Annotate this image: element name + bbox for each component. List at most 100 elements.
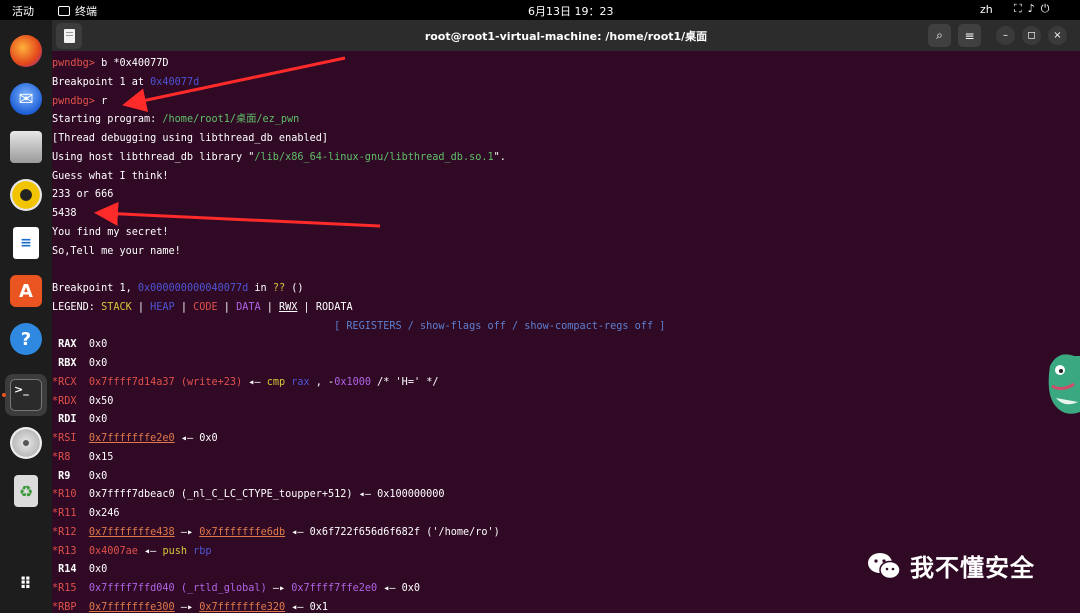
terminal-output[interactable]: pwndbg> b *0x40077D Breakpoint 1 at 0x400… xyxy=(52,54,1080,613)
minimize-button[interactable]: – xyxy=(996,26,1015,45)
terminal-text: —▸ xyxy=(174,526,200,538)
dock-app-center[interactable]: A xyxy=(5,270,47,312)
terminal-text: 0x1000 xyxy=(334,376,372,388)
dock-files[interactable] xyxy=(5,126,47,168)
maximize-button[interactable]: ◻ xyxy=(1022,26,1041,45)
terminal-line: *R13 0x4007ae ◂— push rbp xyxy=(52,545,212,559)
terminal-text: 0x50 xyxy=(76,395,114,407)
watermark: 我不懂安全 xyxy=(866,548,1035,583)
terminal-text: [Thread debugging using libthread_db ena… xyxy=(52,133,329,144)
terminal-line: *RDX 0x50 xyxy=(52,395,113,409)
hamburger-icon: ≡ xyxy=(964,28,975,43)
terminal-text: pwndbg> xyxy=(52,58,102,69)
terminal-line: *R10 0x7ffff7dbeac0 (_nl_C_LC_CTYPE_toup… xyxy=(52,488,445,502)
terminal-text: 0x7ffff7ffd040 (_rtld_global) xyxy=(88,583,267,594)
window-header: root@root1-virtual-machine: /home/root1/… xyxy=(52,20,1080,51)
dock-firefox[interactable] xyxy=(5,30,47,72)
terminal-line: Starting program: /home/root1/桌面/ez_pwn xyxy=(52,113,299,127)
search-button[interactable]: ⌕ xyxy=(928,24,951,47)
terminal-text: b *0x40077D xyxy=(101,58,169,69)
terminal-text: 0x7ffff7dbeac0 (_nl_C_LC_CTYPE_toupper+5… xyxy=(76,489,445,501)
terminal-text: RAX xyxy=(52,339,77,351)
terminal-text: 0x0 xyxy=(76,564,108,576)
terminal-text: Starting program: xyxy=(52,114,163,126)
terminal-line: Using host libthread_db library "/lib/x8… xyxy=(52,151,506,165)
terminal-text: 233 or 666 xyxy=(52,189,114,201)
terminal-text: ◂— 0x1 xyxy=(285,601,329,613)
top-bar: 活动 终端 6月13日 19：23 zh ⛶ ♪ ⏻ xyxy=(0,0,1080,20)
close-icon: × xyxy=(1053,30,1062,41)
dock-thunderbird[interactable]: ✉ xyxy=(5,78,47,120)
dock-writer[interactable]: ≡ xyxy=(5,222,47,264)
menu-button[interactable]: ≡ xyxy=(958,24,981,47)
terminal-text: r xyxy=(101,95,108,107)
app-grid-icon: ⠿ xyxy=(19,573,33,593)
clock[interactable]: 6月13日 19：23 xyxy=(528,3,614,19)
files-icon xyxy=(10,131,42,163)
terminal-text: 0x7fffffffe6db xyxy=(199,526,286,538)
terminal-line: *R12 0x7fffffffe438 —▸ 0x7fffffffe6db ◂—… xyxy=(52,526,500,540)
terminal-text: *RBP xyxy=(52,601,77,613)
terminal-text: 0x000000000040077d xyxy=(137,283,249,294)
terminal-text: So,Tell me your name! xyxy=(52,245,181,257)
thunderbird-icon: ✉ xyxy=(10,83,42,115)
terminal-text: *RSI xyxy=(52,433,77,444)
terminal-text: | xyxy=(260,301,280,313)
terminal-text: rbp xyxy=(193,545,212,557)
terminal-text: *R13 xyxy=(52,545,77,557)
terminal-text: Breakpoint 1 at xyxy=(52,76,151,88)
terminal-text: /lib/x86_64-linux-gnu/libthread_db.so.1 xyxy=(254,151,494,163)
app-menu[interactable]: 终端 xyxy=(58,3,97,19)
terminal-text: 0x7ffff7d14a37 (write+23) xyxy=(76,376,243,388)
terminal-text: RBX xyxy=(52,358,77,369)
trash-icon: ♻ xyxy=(14,475,38,507)
terminal-text: 0x7fffffffe300 xyxy=(88,601,175,613)
terminal-text: 5438 xyxy=(52,208,77,219)
terminal-text: ◂— xyxy=(242,376,267,388)
terminal-text: RWX xyxy=(279,301,298,313)
terminal-text: cmp xyxy=(266,376,286,388)
terminal-text: [ REGISTERS / show-flags off / show-comp… xyxy=(52,320,666,332)
terminal-text: LEGEND: xyxy=(52,301,102,313)
terminal-text: HEAP xyxy=(150,301,175,313)
terminal-text: *RCX xyxy=(52,376,77,388)
rhythmbox-icon xyxy=(10,179,42,211)
dock-disc[interactable] xyxy=(5,422,47,464)
writer-icon: ≡ xyxy=(13,227,39,259)
dock-help[interactable]: ? xyxy=(5,318,47,360)
terminal-text: R9 xyxy=(52,470,71,482)
dock-trash[interactable]: ♻ xyxy=(5,470,47,512)
input-language[interactable]: zh xyxy=(980,3,993,16)
volume-icon: ♪ xyxy=(1027,2,1035,15)
terminal-line: Breakpoint 1 at 0x40077d xyxy=(52,76,199,90)
activities-button[interactable]: 活动 xyxy=(12,3,34,19)
dock-terminal[interactable]: >_ xyxy=(5,374,47,416)
terminal-text: ". xyxy=(493,151,506,163)
terminal-text: CODE xyxy=(193,301,218,313)
window-title: root@root1-virtual-machine: /home/root1/… xyxy=(424,30,708,43)
close-button[interactable]: × xyxy=(1048,26,1067,45)
terminal-line: *RCX 0x7ffff7d14a37 (write+23) ◂— cmp ra… xyxy=(52,376,438,390)
terminal-line: *RBP 0x7fffffffe300 —▸ 0x7fffffffe320 ◂—… xyxy=(52,601,328,613)
terminal-text: 0x7fffffffe438 xyxy=(88,526,175,538)
terminal-line: So,Tell me your name! xyxy=(52,245,181,259)
help-icon: ? xyxy=(10,323,42,355)
terminal-text: () xyxy=(285,283,304,294)
dock-rhythmbox[interactable] xyxy=(5,174,47,216)
terminal-text: Guess what I think! xyxy=(52,170,169,182)
dock-show-apps[interactable]: ⠿ xyxy=(5,562,47,604)
terminal-line: RDI 0x0 xyxy=(52,413,107,427)
terminal-line: Guess what I think! xyxy=(52,170,169,184)
terminal-line: pwndbg> b *0x40077D xyxy=(52,57,169,71)
terminal-text: | xyxy=(131,301,151,313)
maximize-icon: ◻ xyxy=(1027,30,1036,41)
terminal-text: 0x0 xyxy=(76,358,108,369)
terminal-line: RAX 0x0 xyxy=(52,338,107,352)
system-tray[interactable]: ⛶ ♪ ⏻ xyxy=(1014,2,1049,16)
terminal-text: ◂— xyxy=(137,545,163,557)
terminal-line: *R8 0x15 xyxy=(52,451,113,465)
